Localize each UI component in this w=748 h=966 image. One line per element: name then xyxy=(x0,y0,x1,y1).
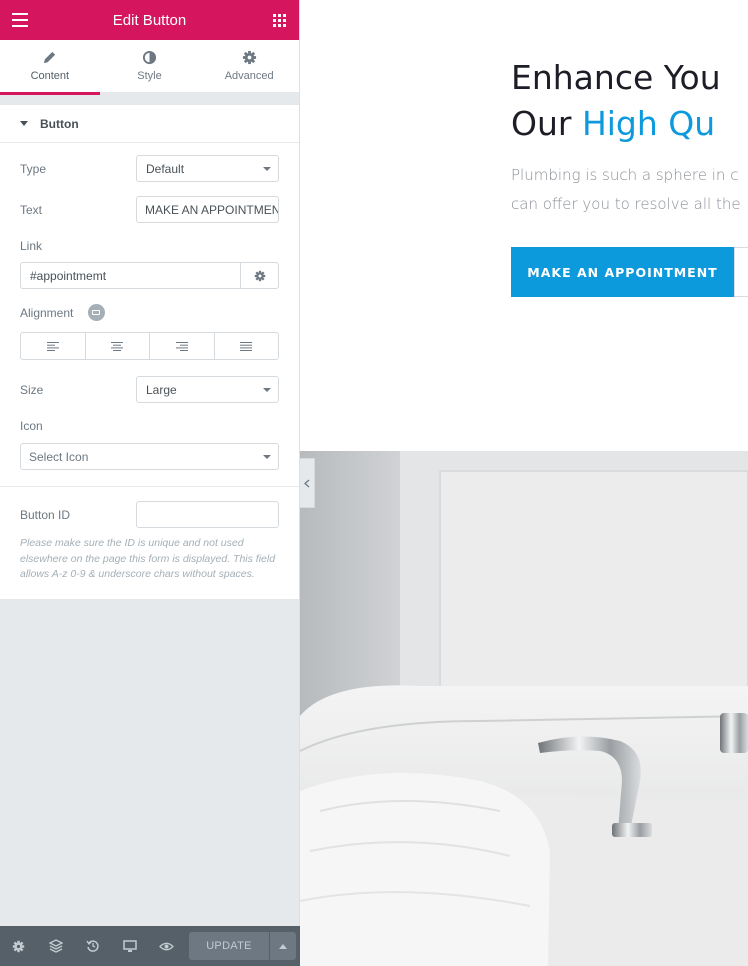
paragraph-line-1: Plumbing is such a sphere in c xyxy=(511,166,739,184)
link-options-button[interactable] xyxy=(240,262,279,289)
text-label: Text xyxy=(20,202,43,217)
link-input[interactable]: #appointmemt xyxy=(20,262,240,289)
chevron-down-icon xyxy=(263,455,271,459)
button-id-help: Please make sure the ID is unique and no… xyxy=(20,537,276,580)
make-appointment-button[interactable]: MAKE AN APPOINTMENT xyxy=(511,247,734,297)
preview-button[interactable] xyxy=(148,926,185,966)
button-id-controls: Button ID Please make sure the ID is uni… xyxy=(0,487,299,599)
type-select[interactable]: Default xyxy=(136,155,279,182)
alignment-choices xyxy=(20,332,279,360)
history-button[interactable] xyxy=(74,926,111,966)
size-label: Size xyxy=(20,382,44,397)
headline-line-2-prefix: Our xyxy=(511,104,582,143)
section-title: Button xyxy=(40,116,79,131)
type-control: Type Default xyxy=(20,155,279,182)
hero-headline[interactable]: Enhance You Our High Qu xyxy=(511,55,721,147)
icon-label: Icon xyxy=(20,419,43,433)
headline-line-1: Enhance You xyxy=(511,58,721,97)
preview-icon xyxy=(159,942,174,950)
panel-title: Edit Button xyxy=(112,11,187,29)
history-icon xyxy=(85,940,99,952)
section-button-toggle[interactable]: Button xyxy=(0,105,299,143)
headline-accent: High Qu xyxy=(581,104,716,143)
text-input[interactable]: MAKE AN APPOINTMENT xyxy=(136,196,279,223)
alignment-label: Alignment xyxy=(20,306,74,320)
half-circle-icon xyxy=(142,50,157,65)
align-center-button[interactable] xyxy=(86,333,150,359)
caret-up-icon xyxy=(279,943,287,949)
navigator-icon xyxy=(48,939,63,953)
panel-footer: UPDATE xyxy=(0,926,300,966)
tab-advanced[interactable]: Advanced xyxy=(199,40,300,95)
tab-style[interactable]: Style xyxy=(99,40,200,95)
caret-down-icon xyxy=(20,121,28,126)
chevron-down-icon xyxy=(263,167,271,171)
link-control: Link #appointmemt xyxy=(20,237,279,289)
editor-panel: Edit Button Content Style Advanced Butto… xyxy=(0,0,300,966)
icon-select[interactable]: Select Icon xyxy=(20,443,279,470)
navigator-button[interactable] xyxy=(37,926,74,966)
icon-control: Icon Select Icon xyxy=(20,417,279,470)
link-label: Link xyxy=(20,239,43,253)
panel-header: Edit Button xyxy=(0,0,299,40)
size-select[interactable]: Large xyxy=(136,376,279,403)
button-id-input[interactable] xyxy=(136,501,279,528)
size-control: Size Large xyxy=(20,376,279,403)
align-justify-icon xyxy=(240,341,253,351)
align-center-icon xyxy=(111,341,124,351)
align-left-icon xyxy=(46,341,59,351)
spacer xyxy=(0,95,299,105)
widgets-grid-icon[interactable] xyxy=(273,14,286,27)
chevron-left-icon xyxy=(304,479,310,487)
align-right-icon xyxy=(175,341,188,351)
alignment-control: Alignment xyxy=(20,304,279,360)
icon-placeholder: Select Icon xyxy=(29,449,89,464)
tab-content-label: Content xyxy=(30,70,70,82)
desktop-responsive-icon[interactable] xyxy=(87,304,105,322)
settings-button[interactable] xyxy=(0,926,37,966)
align-right-button[interactable] xyxy=(150,333,215,359)
align-justify-button[interactable] xyxy=(215,333,279,359)
panel-tabs: Content Style Advanced xyxy=(0,40,300,95)
size-value: Large xyxy=(146,382,177,397)
settings-icon xyxy=(12,940,25,952)
type-value: Default xyxy=(146,161,185,176)
link-value: #appointmemt xyxy=(30,268,107,283)
collapse-panel-button[interactable] xyxy=(300,458,315,508)
responsive-button[interactable] xyxy=(111,926,148,966)
button-id-control: Button ID xyxy=(20,501,279,528)
tab-advanced-label: Advanced xyxy=(224,70,274,82)
text-control: Text MAKE AN APPOINTMENT xyxy=(20,196,279,223)
chevron-down-icon xyxy=(263,388,271,392)
update-button[interactable]: UPDATE xyxy=(189,932,269,960)
page-preview: Enhance You Our High Qu Plumbing is such… xyxy=(300,0,748,966)
gear-icon xyxy=(254,270,265,281)
align-left-button[interactable] xyxy=(21,333,86,359)
update-options-button[interactable] xyxy=(269,932,296,960)
gear-icon xyxy=(242,50,256,65)
menu-icon[interactable] xyxy=(12,13,28,27)
tab-style-label: Style xyxy=(137,70,162,82)
responsive-icon xyxy=(122,939,137,952)
type-label: Type xyxy=(20,161,47,176)
hero-paragraph[interactable]: Plumbing is such a sphere in c can offer… xyxy=(511,161,741,219)
secondary-button[interactable] xyxy=(734,247,748,297)
button-controls: Type Default Text MAKE AN APPOINTMENT Li… xyxy=(0,143,299,486)
bathtub-photo xyxy=(300,451,748,966)
text-value: MAKE AN APPOINTMENT xyxy=(145,202,279,217)
pencil-icon xyxy=(44,51,56,64)
button-id-label: Button ID xyxy=(20,507,71,522)
paragraph-line-2: can offer you to resolve all the xyxy=(511,195,741,213)
tab-content[interactable]: Content xyxy=(0,40,100,95)
